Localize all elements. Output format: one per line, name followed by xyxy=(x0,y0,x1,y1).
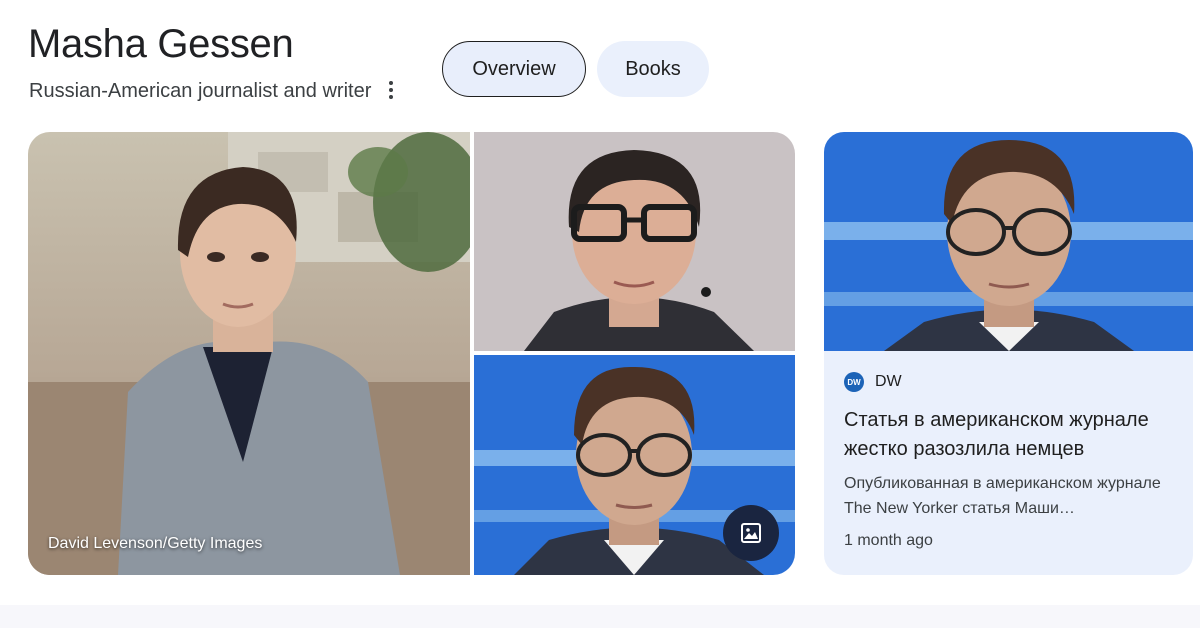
entity-subtitle: Russian-American journalist and writer xyxy=(29,80,372,102)
image-gallery: David Levenson/Getty Images xyxy=(28,132,795,575)
dw-logo-icon: DW xyxy=(844,372,864,392)
news-source-name: DW xyxy=(875,373,902,390)
tab-overview[interactable]: Overview xyxy=(442,41,586,97)
entity-title: Masha Gessen xyxy=(28,22,294,66)
tab-books[interactable]: Books xyxy=(597,41,709,97)
tab-books-label: Books xyxy=(625,57,681,80)
results-background-band xyxy=(0,605,1200,628)
news-source: DW DW xyxy=(844,372,902,392)
gallery-image-top[interactable] xyxy=(474,132,795,351)
image-icon[interactable] xyxy=(723,505,779,561)
news-headline[interactable]: Статья в американском журнале жестко раз… xyxy=(844,406,1174,464)
gallery-image-main[interactable]: David Levenson/Getty Images xyxy=(28,132,470,575)
news-timestamp: 1 month ago xyxy=(844,532,933,549)
more-vert-icon[interactable] xyxy=(380,78,402,102)
gallery-image-bottom[interactable] xyxy=(474,355,795,575)
news-thumbnail xyxy=(824,132,1193,351)
news-card[interactable]: DW DW Статья в американском журнале жест… xyxy=(824,132,1193,575)
image-credit: David Levenson/Getty Images xyxy=(48,535,263,552)
tab-overview-label: Overview xyxy=(472,57,556,80)
news-snippet: Опубликованная в американском журнале Th… xyxy=(844,475,1161,517)
